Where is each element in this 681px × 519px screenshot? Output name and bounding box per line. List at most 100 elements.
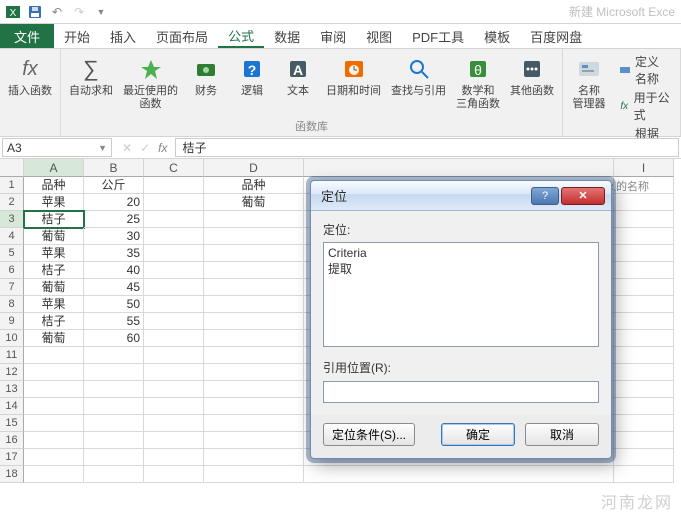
tab-pdf[interactable]: PDF工具 [402, 24, 474, 48]
goto-listbox[interactable]: Criteria 提取 [323, 242, 599, 347]
grid-cell[interactable] [614, 398, 674, 415]
grid-cell[interactable] [204, 415, 304, 432]
grid-cell[interactable]: 20 [84, 194, 144, 211]
grid-cell[interactable] [144, 415, 204, 432]
logical-button[interactable]: ? 逻辑 [230, 51, 274, 100]
row-header[interactable]: 1 [0, 177, 24, 194]
grid-cell[interactable]: 30 [84, 228, 144, 245]
grid-cell[interactable] [614, 262, 674, 279]
row-header[interactable]: 13 [0, 381, 24, 398]
grid-cell[interactable]: 桔子 [24, 313, 84, 330]
row-header[interactable]: 12 [0, 364, 24, 381]
grid-cell[interactable] [144, 194, 204, 211]
tab-data[interactable]: 数据 [264, 24, 310, 48]
save-icon[interactable] [26, 3, 44, 21]
row-header[interactable]: 17 [0, 449, 24, 466]
grid-cell[interactable]: 公斤 [84, 177, 144, 194]
grid-cell[interactable] [24, 432, 84, 449]
datetime-button[interactable]: 日期和时间 [322, 51, 385, 100]
col-header-gap[interactable] [304, 159, 614, 177]
tab-insert[interactable]: 插入 [100, 24, 146, 48]
list-item[interactable]: 提取 [328, 260, 594, 277]
list-item[interactable]: Criteria [328, 246, 594, 260]
row-header[interactable]: 16 [0, 432, 24, 449]
autosum-button[interactable]: ∑ 自动求和 [65, 51, 117, 100]
tab-view[interactable]: 视图 [356, 24, 402, 48]
grid-cell[interactable] [84, 415, 144, 432]
tab-layout[interactable]: 页面布局 [146, 24, 218, 48]
math-button[interactable]: θ 数学和 三角函数 [452, 51, 504, 113]
grid-cell[interactable] [84, 364, 144, 381]
grid-cell[interactable] [144, 313, 204, 330]
grid-cell[interactable] [204, 262, 304, 279]
fx-button-icon[interactable]: fx [158, 141, 167, 155]
grid-cell[interactable] [144, 449, 204, 466]
grid-cell[interactable]: 25 [84, 211, 144, 228]
grid-cell[interactable] [614, 228, 674, 245]
grid-cell[interactable] [614, 279, 674, 296]
grid-cell[interactable]: 品种 [24, 177, 84, 194]
grid-cell[interactable] [614, 415, 674, 432]
tab-file[interactable]: 文件 [0, 24, 54, 48]
tab-home[interactable]: 开始 [54, 24, 100, 48]
grid-cell[interactable] [84, 381, 144, 398]
define-name-button[interactable]: 定义名称 [619, 53, 670, 87]
grid-cell[interactable] [24, 415, 84, 432]
close-button[interactable]: ✕ [561, 187, 605, 205]
dialog-titlebar[interactable]: 定位 ? ✕ [311, 181, 611, 211]
formula-bar[interactable]: 桔子 [175, 138, 679, 157]
grid-cell[interactable]: 葡萄 [24, 330, 84, 347]
grid-cell[interactable] [204, 245, 304, 262]
cancel-formula-icon[interactable]: ✕ [122, 141, 132, 155]
col-header-C[interactable]: C [144, 159, 204, 177]
grid-cell[interactable] [614, 449, 674, 466]
row-header[interactable]: 14 [0, 398, 24, 415]
grid-cell[interactable] [204, 313, 304, 330]
row-header[interactable]: 9 [0, 313, 24, 330]
col-header-D[interactable]: D [204, 159, 304, 177]
col-header-B[interactable]: B [84, 159, 144, 177]
grid-cell[interactable] [24, 398, 84, 415]
grid-cell[interactable] [144, 177, 204, 194]
tab-formula[interactable]: 公式 [218, 24, 264, 48]
grid-cell[interactable] [144, 279, 204, 296]
grid-cell[interactable] [84, 466, 144, 483]
grid-cell[interactable]: 葡萄 [24, 228, 84, 245]
col-header-A[interactable]: A [24, 159, 84, 177]
grid-cell[interactable] [144, 296, 204, 313]
lookup-button[interactable]: 查找与引用 [387, 51, 450, 100]
grid-cell[interactable] [144, 211, 204, 228]
row-header[interactable]: 10 [0, 330, 24, 347]
grid-cell[interactable]: 40 [84, 262, 144, 279]
grid-cell[interactable] [614, 466, 674, 483]
grid-cell[interactable] [144, 398, 204, 415]
row-header[interactable]: 18 [0, 466, 24, 483]
grid-cell[interactable]: 55 [84, 313, 144, 330]
grid-cell[interactable] [144, 381, 204, 398]
grid-cell[interactable] [144, 466, 204, 483]
help-button[interactable]: ? [531, 187, 559, 205]
grid-cell[interactable] [204, 381, 304, 398]
financial-button[interactable]: 财务 [184, 51, 228, 100]
name-manager-button[interactable]: 名称 管理器 [567, 51, 611, 113]
grid-cell[interactable]: 桔子 [24, 262, 84, 279]
grid-cell[interactable] [204, 398, 304, 415]
row-header[interactable]: 3 [0, 211, 24, 228]
row-header[interactable]: 6 [0, 262, 24, 279]
grid-cell[interactable] [144, 364, 204, 381]
use-in-formula-button[interactable]: fx 用于公式 [619, 89, 670, 123]
grid-cell[interactable] [84, 347, 144, 364]
qat-dropdown-icon[interactable]: ▼ [92, 3, 110, 21]
redo-icon[interactable]: ↷ [70, 3, 88, 21]
more-functions-button[interactable]: 其他函数 [506, 51, 558, 100]
select-all-corner[interactable] [0, 159, 24, 177]
grid-cell[interactable] [84, 398, 144, 415]
grid-cell[interactable] [614, 381, 674, 398]
grid-cell[interactable] [614, 347, 674, 364]
grid-cell[interactable] [204, 347, 304, 364]
grid-cell[interactable] [614, 211, 674, 228]
row-header[interactable]: 2 [0, 194, 24, 211]
grid-cell[interactable] [24, 347, 84, 364]
grid-cell[interactable] [24, 364, 84, 381]
grid-cell[interactable] [144, 245, 204, 262]
